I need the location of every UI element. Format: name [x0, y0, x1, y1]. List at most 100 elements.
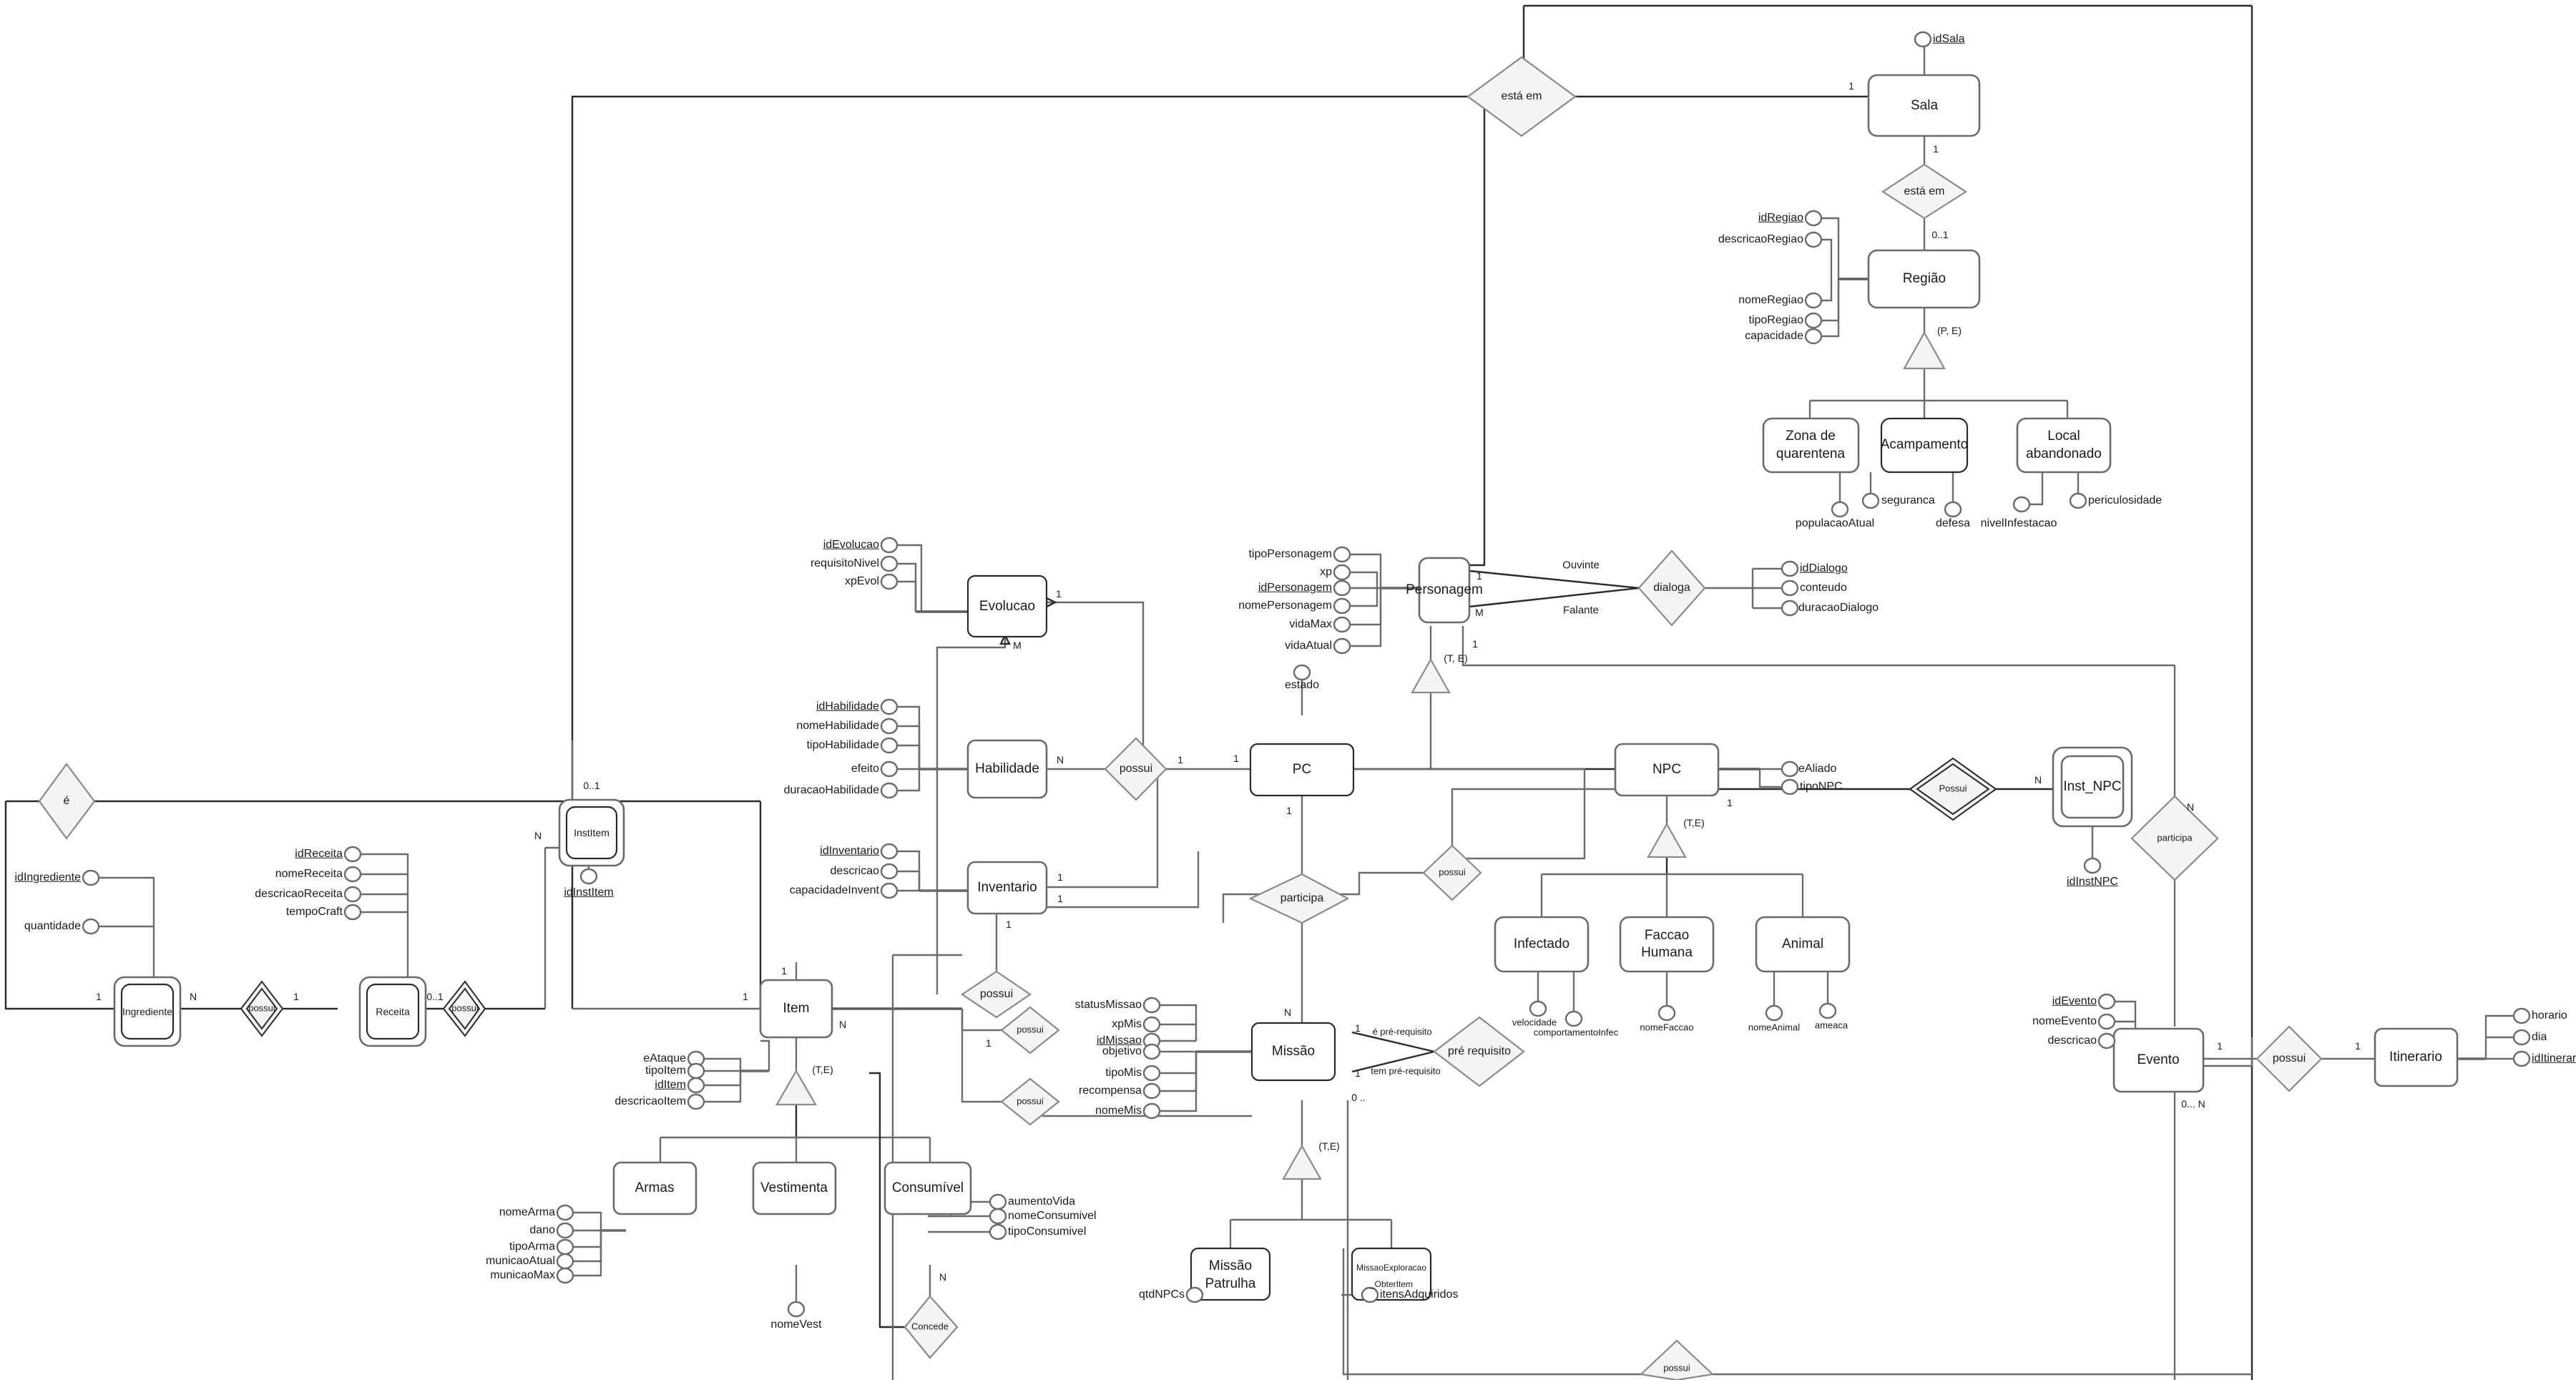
attr-oval-nomeVest [787, 1301, 805, 1318]
attr-oval-idItem [687, 1077, 705, 1094]
entity-label-evolucao: Evolucao [979, 599, 1036, 615]
entity-label-evento: Evento [2137, 1052, 2180, 1068]
card-missao-pre-1b: 1 [1355, 1067, 1361, 1079]
card-evol-m: M [1013, 639, 1022, 651]
attr-label-objetivo: objetivo [1102, 1044, 1142, 1057]
card-item-top: 1 [781, 964, 787, 977]
card-pc-bottom: 1 [1286, 804, 1292, 816]
attr-label-efeito: efeito [851, 762, 879, 775]
attr-oval-idEvento [2097, 993, 2116, 1010]
attr-oval-tipoNPC [1781, 778, 1799, 796]
edge-pers-up [1469, 97, 1486, 567]
attr-oval-municaoAtual [556, 1253, 574, 1270]
attr-label-tempoCraft: tempoCraft [285, 905, 343, 918]
attr-oval-nomeFaccao [1657, 1004, 1676, 1022]
edge-local-niv [2029, 472, 2044, 506]
entity-label-animal: Animal [1781, 936, 1824, 952]
attr-oval-tempoCraft [343, 904, 362, 921]
attr-label-nomeVest: nomeVest [770, 1318, 822, 1331]
rel-label-possui-pc-npc: possui [1439, 866, 1466, 878]
attr-oval-dia [2512, 1029, 2531, 1046]
attr-oval-objetivo [1142, 1043, 1161, 1060]
attr-oval-nomeArma [556, 1204, 574, 1221]
edge-hab-dur [896, 769, 921, 792]
edge-evol-id [896, 544, 923, 612]
spec-triangle-personagem [1411, 657, 1451, 694]
attr-oval-requisitoNivel [880, 555, 898, 572]
rel-label-possui-ing-rec: possui [248, 1002, 275, 1014]
attr-label-idInstNPC: idInstNPC [2066, 875, 2119, 888]
attr-label-tipoItem: tipoItem [645, 1064, 686, 1077]
attr-oval-vidaAtual [1333, 637, 1351, 655]
entity-label-instItem: InstItem [574, 826, 609, 838]
attr-oval-quantidade [82, 918, 100, 935]
attr-oval-tipoMis [1142, 1065, 1161, 1082]
attr-label-defesa: defesa [1935, 517, 1971, 529]
edge-item-eataque [703, 1057, 742, 1071]
edge-arm-tipo [572, 1230, 602, 1248]
attr-oval-municaoMax [556, 1267, 574, 1284]
attr-oval-nomeMis [1142, 1102, 1161, 1120]
attr-oval-nomeAnimal [1765, 1004, 1783, 1022]
attr-oval-dano [556, 1222, 574, 1239]
edge-pers-tipo [1349, 553, 1382, 588]
rel-label-possui-mis: possui [1017, 1095, 1044, 1107]
attr-oval-comportamentoInfec [1564, 1010, 1583, 1027]
attr-label-tipoArma: tipoArma [509, 1240, 555, 1253]
entity-label-inst-npc: Inst_NPC [2063, 779, 2122, 795]
attr-label-ameaca: ameaca [1814, 1019, 1848, 1031]
attr-oval-tipoItem [687, 1062, 705, 1080]
attr-label-capacidade: capacidade [1745, 329, 1803, 342]
attr-oval-nomeRegiao [1804, 292, 1823, 309]
card-item-left: 1 [743, 990, 748, 1002]
attr-oval-idDialogo [1781, 560, 1799, 577]
attr-label-municaoAtual: municaoAtual [486, 1254, 555, 1267]
role-label-e-pre-req: é pré-requisito [1372, 1026, 1432, 1037]
role-label-falante: Falante [1562, 604, 1600, 617]
entity-label-receita: Receita [376, 1005, 410, 1017]
rel-label-e: é [63, 794, 70, 807]
card-receita-01: 0..1 [426, 990, 444, 1002]
card-instItem-n: N [534, 829, 542, 841]
attr-oval-nomeHabilidade [880, 718, 898, 735]
attr-oval-vidaMax [1333, 616, 1351, 633]
attr-label-idInstItem: idInstItem [564, 886, 614, 899]
attr-oval-descricaoItem [687, 1093, 705, 1110]
entity-label-infectado: Infectado [1513, 936, 1570, 952]
attr-oval-idItinerario [2512, 1050, 2531, 1067]
attr-label-statusMissao: statusMissao [1074, 998, 1142, 1011]
entity-label-faccao-l2: Humana [1641, 945, 1693, 961]
card-missao-0: 0 .. [1351, 1091, 1366, 1103]
attr-label-nomePersonagem: nomePersonagem [1238, 599, 1332, 612]
entity-label-patrulha-l2: Patrulha [1205, 1276, 1256, 1292]
entity-label-ingrediente: Ingrediente [122, 1005, 173, 1017]
attr-oval-duracaoDialogo [1781, 600, 1799, 617]
rel-label-concede: Concede [911, 1321, 949, 1332]
entity-label-npc: NPC [1652, 762, 1682, 778]
card-ingrediente-n: N [189, 990, 197, 1002]
attr-label-dia: dia [2532, 1030, 2547, 1043]
attr-oval-nomeReceita [343, 866, 362, 883]
attr-label-xpEvol: xpEvol [844, 574, 879, 587]
entity-label-zona-l1: Zona de [1786, 429, 1836, 444]
attr-oval-tipoArma [556, 1238, 574, 1256]
edge-reg-id [1806, 217, 1840, 279]
card-inv-1a: 1 [1057, 871, 1063, 883]
rel-label-possui-item-mis: possui [1017, 1024, 1044, 1035]
edge-item-attbus [760, 1039, 770, 1071]
rel-label-participa-missao: participa [1280, 891, 1324, 904]
spec-label-personagem: (T, E) [1444, 652, 1468, 664]
attr-oval-idPersonagem [1333, 579, 1351, 597]
card-pc-1-left: 1 [1233, 752, 1239, 764]
entity-label-exploracao-l1: MissaoExploracao [1356, 1263, 1427, 1273]
card-ingrediente-1: 1 [96, 990, 102, 1002]
attr-oval-velocidade [1529, 1000, 1547, 1017]
attr-oval-descricao [880, 863, 898, 880]
attr-label-idEvolucao: idEvolucao [823, 538, 879, 551]
rel-label-esta-em-2: está em [1904, 185, 1945, 197]
entity-label-missao: Missão [1271, 1044, 1316, 1060]
card-consumivel-n: N [939, 1271, 947, 1283]
edge-arm-nome [572, 1211, 602, 1230]
attr-oval-defesa [1944, 501, 1962, 518]
edge-evol-m [936, 635, 1007, 994]
